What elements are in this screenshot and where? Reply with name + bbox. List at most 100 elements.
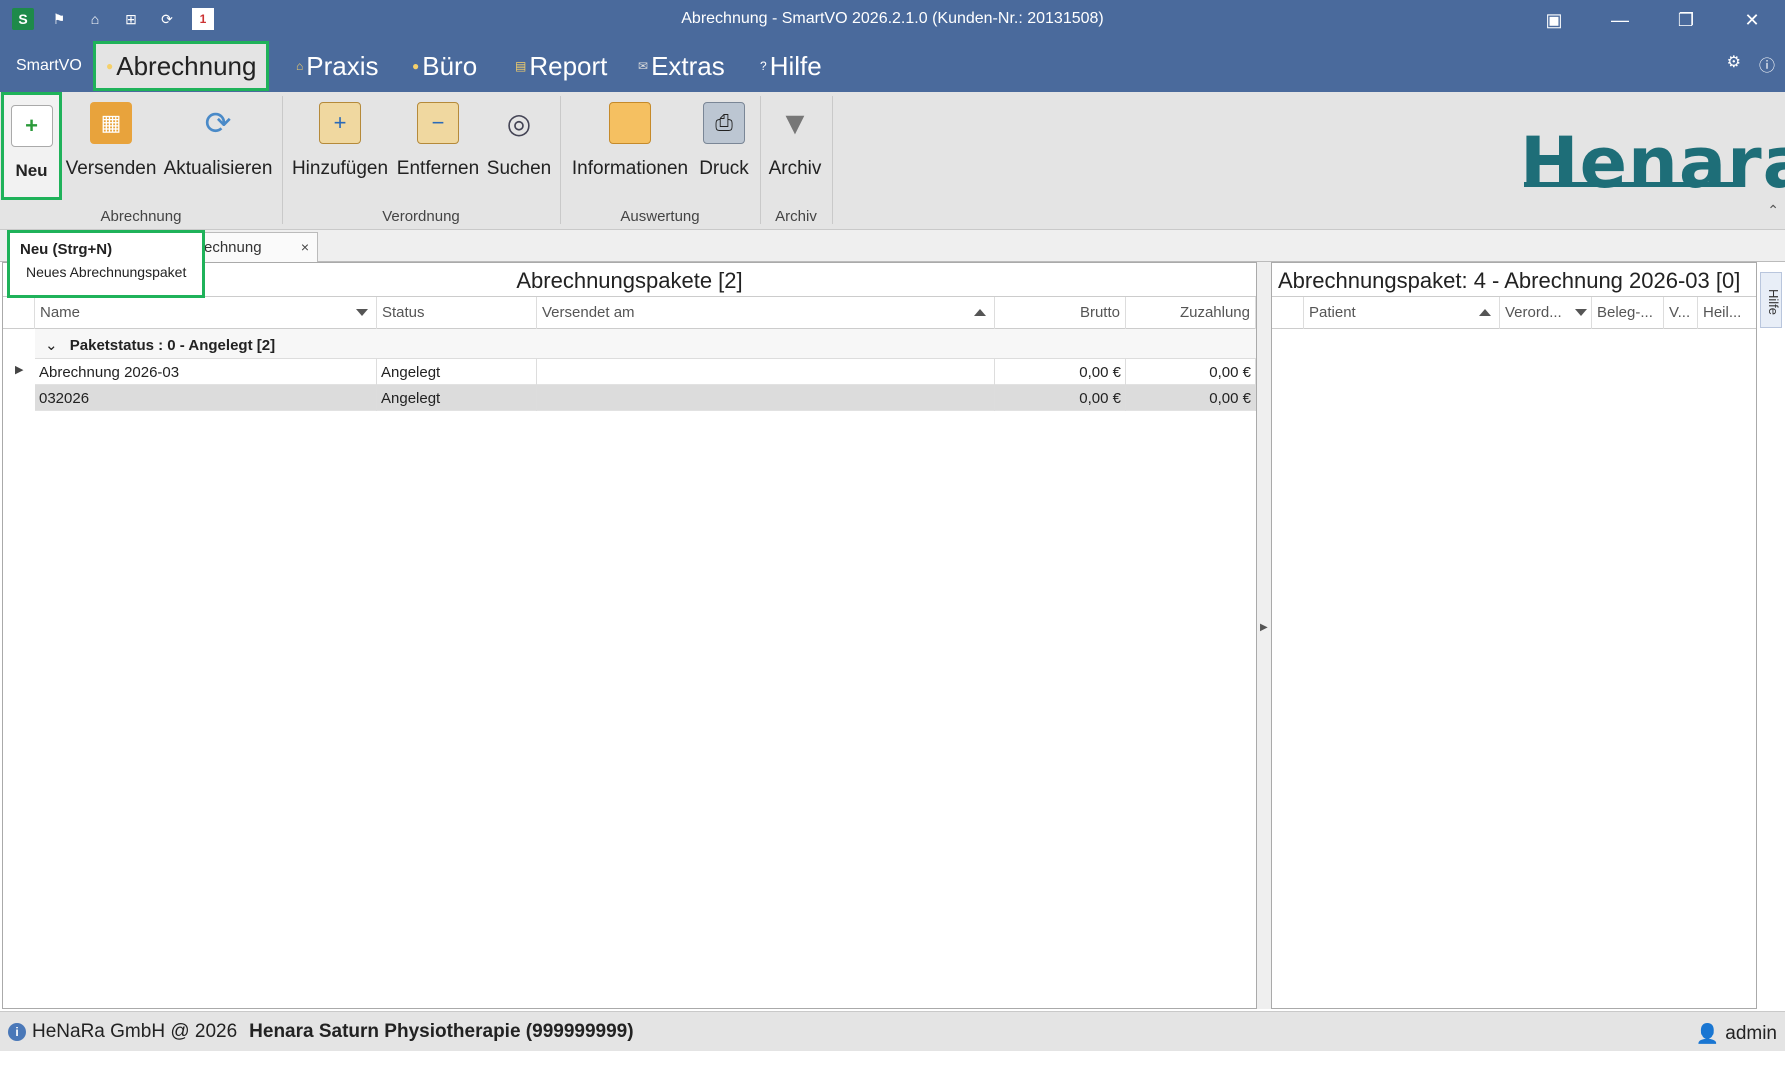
cell-zuzahlung: 0,00 € <box>1126 359 1256 385</box>
versenden-button[interactable]: ▦ Versenden <box>66 92 156 200</box>
column-header-v[interactable]: V... <box>1664 297 1698 329</box>
archiv-label: Archiv <box>768 158 822 179</box>
menu-extras-label: Extras <box>651 50 725 81</box>
tab-label: rechnung <box>199 239 262 256</box>
clipboard-remove-icon: − <box>417 102 459 144</box>
current-user: 👤 admin <box>1696 1022 1777 1046</box>
close-icon[interactable]: × <box>301 239 309 255</box>
network-icon[interactable]: ⊞ <box>120 8 142 30</box>
table-row[interactable]: Abrechnung 2026-03 Angelegt 0,00 € 0,00 … <box>35 359 1256 385</box>
document-tab-bar: rechnung × <box>0 230 1785 262</box>
group-label-archiv: Archiv <box>775 208 817 225</box>
menu-report-label: Report <box>529 50 608 81</box>
cell-status: Angelegt <box>377 359 537 385</box>
sort-ascending-icon[interactable] <box>974 309 986 316</box>
column-header-beleg[interactable]: Beleg-... <box>1592 297 1664 329</box>
column-header-versendet[interactable]: Versendet am <box>537 297 995 329</box>
refresh-icon: ⟳ <box>204 105 232 141</box>
druck-label: Druck <box>699 158 749 179</box>
column-label: Name <box>40 304 81 321</box>
menu-abrechnung[interactable]: ● Abrechnung <box>93 41 270 91</box>
menu-praxis[interactable]: ⌂ Praxis <box>296 40 379 92</box>
menu-smartvo[interactable]: SmartVO <box>16 40 82 92</box>
minimize-button[interactable]: — <box>1587 0 1653 40</box>
aktualisieren-label: Aktualisieren <box>163 158 273 179</box>
suchen-button[interactable]: ◎ Suchen <box>486 92 552 200</box>
settings-icon[interactable]: ⚙ <box>1727 52 1741 76</box>
informationen-button[interactable]: Informationen <box>568 92 692 200</box>
henara-logo: Henara <box>1520 122 1785 204</box>
table-row[interactable]: 032026 Angelegt 0,00 € 0,00 € <box>35 385 1256 411</box>
column-header-name[interactable]: Name <box>35 297 377 329</box>
sort-ascending-icon[interactable] <box>1479 309 1491 316</box>
cell-zuzahlung: 0,00 € <box>1126 385 1256 411</box>
row-expand-icon[interactable]: ▶ <box>15 363 23 376</box>
refresh-icon[interactable]: ⟳ <box>156 8 178 30</box>
row-indicator-header <box>1272 297 1304 329</box>
funnel-icon: ▼ <box>779 104 811 141</box>
druck-button[interactable]: ⎙ Druck <box>696 92 752 200</box>
menu-buero[interactable]: ● Büro <box>412 40 477 92</box>
hinzufuegen-label: Hinzufügen <box>291 158 389 179</box>
column-header-status[interactable]: Status <box>377 297 537 329</box>
info-icon[interactable]: ⓘ <box>1759 52 1775 76</box>
help-icon: ? <box>760 59 767 73</box>
binoculars-icon: ◎ <box>506 107 532 139</box>
flag-icon[interactable]: ⚑ <box>48 8 70 30</box>
restore-button[interactable]: ❐ <box>1653 0 1719 40</box>
menu-report[interactable]: ▤ Report <box>515 40 607 92</box>
menu-right-icons: ⚙ ⓘ <box>1727 52 1775 76</box>
row-indicator-header <box>3 297 35 329</box>
archiv-button[interactable]: ▼ Archiv <box>766 92 824 200</box>
abrechnungspaket-detail-grid: Abrechnungspaket: 4 - Abrechnung 2026-03… <box>1271 262 1757 1009</box>
column-header-brutto[interactable]: Brutto <box>995 297 1126 329</box>
menu-extras[interactable]: ✉ Extras <box>638 40 725 92</box>
column-header-verordnung[interactable]: Verord... <box>1500 297 1592 329</box>
column-header-zuzahlung[interactable]: Zuzahlung <box>1126 297 1256 329</box>
practice-text: Henara Saturn Physiotherapie (999999999) <box>249 1020 634 1042</box>
extras-icon: ✉ <box>638 59 649 73</box>
group-separator <box>282 96 283 224</box>
pane-splitter[interactable]: ▶ <box>1257 262 1271 1009</box>
side-help-tab[interactable]: Hilfe <box>1760 272 1782 328</box>
layout-icon[interactable]: ▣ <box>1521 0 1587 40</box>
app-logo-icon[interactable]: S <box>12 8 34 30</box>
chevron-down-icon[interactable]: ⌄ <box>45 337 58 354</box>
column-label: Versendet am <box>542 304 635 321</box>
buero-icon: ● <box>412 59 420 73</box>
column-label: Verord... <box>1505 304 1562 321</box>
close-button[interactable]: ✕ <box>1719 0 1785 40</box>
package-icon: ▦ <box>90 102 132 144</box>
filter-icon[interactable] <box>356 309 368 316</box>
calendar-icon[interactable]: 1 <box>192 8 214 30</box>
hinzufuegen-button[interactable]: + Hinzufügen <box>291 92 389 200</box>
title-bar: S ⚑ ⌂ ⊞ ⟳ 1 Abrechnung - SmartVO 2026.2.… <box>0 0 1785 40</box>
bottom-area <box>0 1051 1785 1080</box>
cell-status: Angelegt <box>377 385 537 411</box>
aktualisieren-button[interactable]: ⟳ Aktualisieren <box>162 92 274 200</box>
grid-header: Patient Verord... Beleg-... V... Heil... <box>1272 297 1756 329</box>
home-icon[interactable]: ⌂ <box>84 8 106 30</box>
user-name: admin <box>1725 1023 1777 1044</box>
new-document-icon: + <box>10 105 53 147</box>
entfernen-button[interactable]: − Entfernen <box>396 92 480 200</box>
status-bar: i HeNaRa GmbH @ 2026 Henara Saturn Physi… <box>0 1011 1785 1051</box>
group-row[interactable]: ⌄ Paketstatus : 0 - Angelegt [2] <box>35 329 1256 359</box>
splitter-arrow-icon[interactable]: ▶ <box>1260 622 1268 633</box>
neu-button[interactable]: + Neu <box>1 92 62 200</box>
cell-name: 032026 <box>35 385 377 411</box>
menu-hilfe[interactable]: ? Hilfe <box>760 40 822 92</box>
info-icon: i <box>8 1022 26 1041</box>
collapse-ribbon-icon[interactable]: ⌃ <box>1767 202 1779 219</box>
column-header-patient[interactable]: Patient <box>1304 297 1500 329</box>
column-header-heil[interactable]: Heil... <box>1698 297 1756 329</box>
main-menu: SmartVO ● Abrechnung ⌂ Praxis ● Büro ▤ R… <box>0 40 1785 92</box>
cell-versendet <box>537 359 995 385</box>
filter-icon[interactable] <box>1575 309 1587 316</box>
menu-hilfe-label: Hilfe <box>769 50 822 81</box>
neu-label: Neu <box>15 161 48 180</box>
cell-brutto: 0,00 € <box>995 359 1126 385</box>
window-controls: ▣ — ❐ ✕ <box>1521 0 1785 40</box>
group-separator <box>560 96 561 224</box>
group-label-abrechnung: Abrechnung <box>100 208 182 225</box>
